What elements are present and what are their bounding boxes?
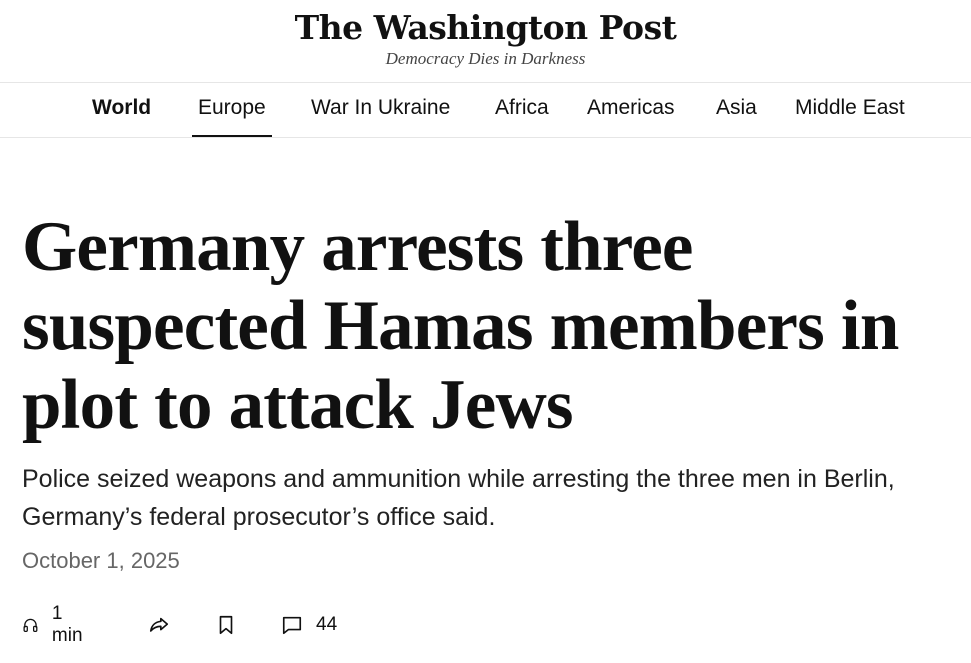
site-logo[interactable]: The Washington Post — [0, 8, 971, 48]
save-button[interactable] — [215, 607, 237, 643]
nav-item-africa[interactable]: Africa — [495, 83, 549, 137]
nav-item-americas[interactable]: Americas — [587, 83, 675, 137]
comment-icon — [282, 616, 302, 635]
bookmark-icon — [219, 615, 233, 635]
section-nav: World Europe War In Ukraine Africa Ameri… — [0, 83, 971, 138]
article-subheadline: Police seized weapons and ammunition whi… — [22, 465, 895, 531]
site-tagline: Democracy Dies in Darkness — [385, 49, 586, 68]
nav-item-world[interactable]: World — [92, 83, 151, 137]
comments-button[interactable]: 44 — [281, 607, 337, 643]
nav-item-asia[interactable]: Asia — [716, 83, 757, 137]
masthead: The Washington Post Democracy Dies in Da… — [0, 0, 971, 83]
article-date: October 1, 2025 — [22, 548, 180, 573]
comments-count: 44 — [316, 614, 338, 635]
share-icon — [149, 617, 169, 632]
nav-item-war-in-ukraine[interactable]: War In Ukraine — [311, 83, 450, 137]
share-button[interactable] — [148, 607, 170, 643]
nav-item-europe[interactable]: Europe — [192, 83, 272, 137]
listen-button[interactable]: 1 min — [22, 603, 88, 646]
nav-item-middle-east[interactable]: Middle East — [795, 83, 905, 137]
article-headline: Germany arrests three suspected Hamas me… — [22, 208, 899, 444]
headphones-icon — [23, 618, 38, 632]
listen-duration: 1 min — [51, 603, 83, 646]
